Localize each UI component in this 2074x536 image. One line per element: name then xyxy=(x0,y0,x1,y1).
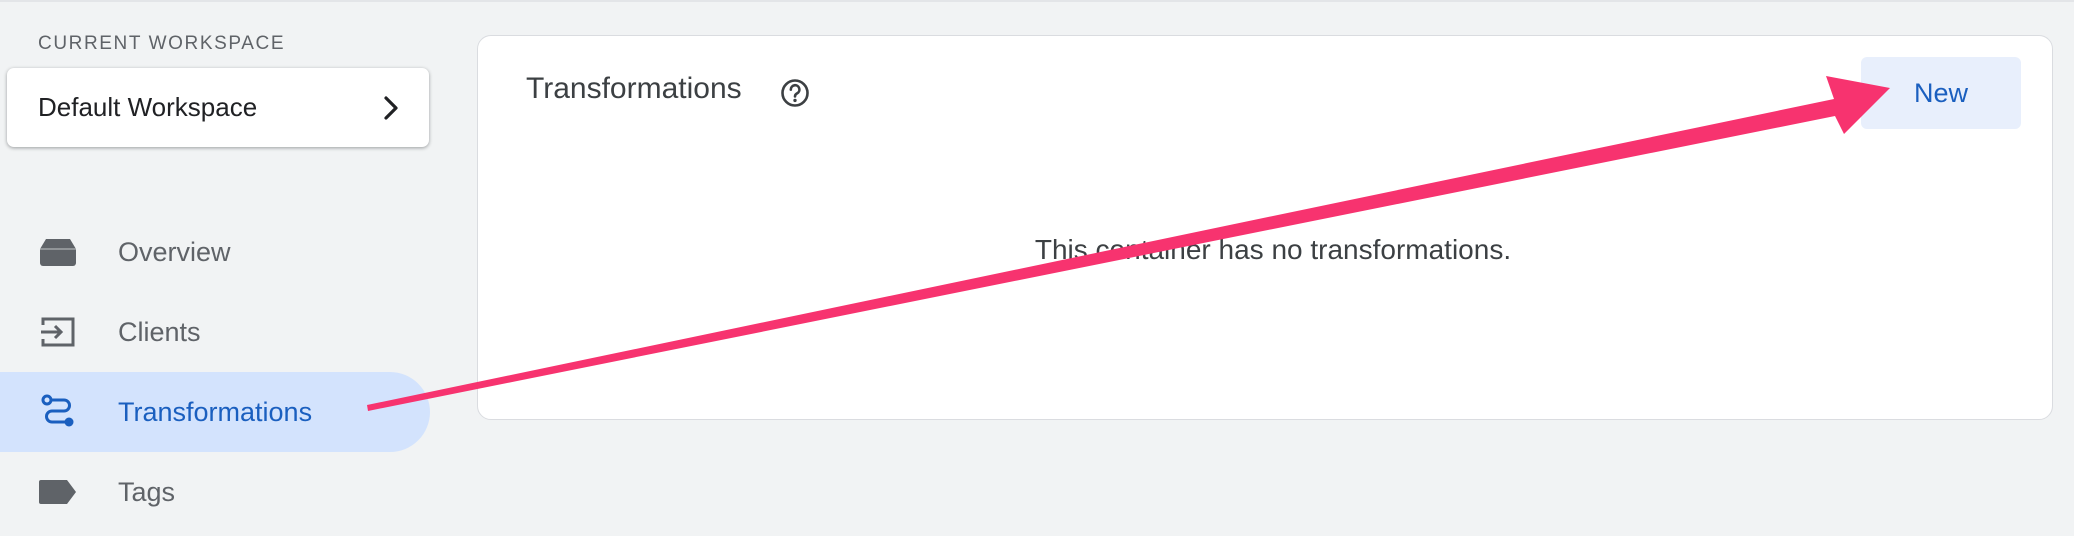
page-title: Transformations xyxy=(526,72,742,105)
workspace-selector[interactable]: Default Workspace xyxy=(7,68,429,147)
inbox-icon xyxy=(38,232,78,272)
workspace-name: Default Workspace xyxy=(38,92,258,122)
route-icon xyxy=(38,392,78,432)
empty-state-message: This container has no transformations. xyxy=(1034,234,1512,265)
sidebar: CURRENT WORKSPACE Default Workspace Over… xyxy=(0,0,440,536)
sidebar-item-tags[interactable]: Tags xyxy=(0,452,430,532)
input-icon xyxy=(38,312,78,352)
sidebar-item-label: Clients xyxy=(118,316,201,347)
workspace-label: CURRENT WORKSPACE xyxy=(38,33,286,54)
new-button[interactable]: New xyxy=(1861,57,2021,129)
help-icon[interactable] xyxy=(780,78,810,108)
sidebar-item-label: Overview xyxy=(118,236,231,267)
sidebar-item-label: Transformations xyxy=(118,396,313,427)
label-icon xyxy=(38,472,78,512)
chevron-right-icon xyxy=(379,95,403,120)
sidebar-item-label: Tags xyxy=(118,476,176,507)
sidebar-item-transformations[interactable]: Transformations xyxy=(0,372,430,452)
transformations-panel: Transformations New This container has n… xyxy=(477,35,2053,420)
sidebar-item-overview[interactable]: Overview xyxy=(0,212,430,292)
sidebar-item-clients[interactable]: Clients xyxy=(0,292,430,372)
